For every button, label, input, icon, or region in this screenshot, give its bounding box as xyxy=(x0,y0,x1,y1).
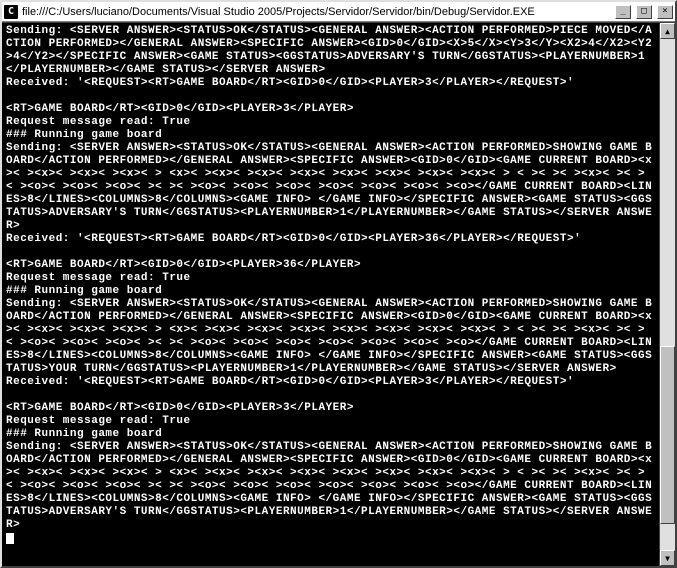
scroll-up-button[interactable]: ▲ xyxy=(660,23,675,39)
maximize-button[interactable]: □ xyxy=(636,5,652,19)
minimize-button[interactable]: _ xyxy=(615,5,631,19)
close-button[interactable]: × xyxy=(657,5,673,19)
app-icon: C xyxy=(4,5,18,19)
console-output: Sending: <SERVER ANSWER><STATUS>OK</STAT… xyxy=(2,23,659,566)
scroll-thumb[interactable] xyxy=(660,346,675,525)
scroll-track[interactable] xyxy=(660,39,675,550)
cursor xyxy=(6,533,14,544)
title-path: file:///C:/Users/luciano/Documents/Visua… xyxy=(22,6,610,18)
vertical-scrollbar[interactable]: ▲ ▼ xyxy=(659,23,675,566)
scroll-down-button[interactable]: ▼ xyxy=(660,550,675,566)
window-frame: C file:///C:/Users/luciano/Documents/Vis… xyxy=(0,0,677,568)
console-area: Sending: <SERVER ANSWER><STATUS>OK</STAT… xyxy=(2,22,675,566)
title-bar: C file:///C:/Users/luciano/Documents/Vis… xyxy=(2,2,675,22)
